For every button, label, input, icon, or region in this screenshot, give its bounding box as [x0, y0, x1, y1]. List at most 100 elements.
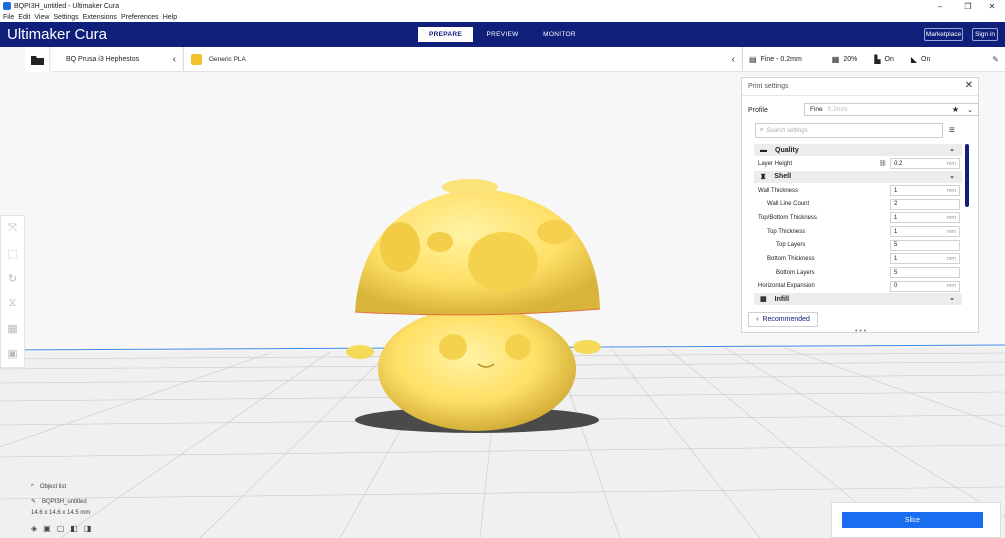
- menu-preferences[interactable]: Preferences: [121, 14, 159, 21]
- search-icon: ⌕: [760, 127, 764, 133]
- settings-search-input[interactable]: ⌕ Search settings: [755, 123, 943, 138]
- settings-scrollbar[interactable]: [965, 144, 969, 207]
- adhesion-summary: On: [921, 55, 931, 63]
- setting-input[interactable]: 0.2 mm: [890, 158, 960, 170]
- setting-row-bottom-layers: Bottom Layers 5: [754, 266, 962, 280]
- tab-monitor[interactable]: MONITOR: [532, 27, 587, 42]
- rotate-tool-icon[interactable]: ↻: [1, 266, 24, 291]
- category-label: Shell: [774, 173, 792, 181]
- menu-file[interactable]: File: [3, 14, 14, 21]
- category-shell[interactable]: ♜ Shell ⌄: [754, 170, 962, 183]
- chevron-left-icon: ‹: [731, 53, 735, 65]
- printer-name: BQ Prusa i3 Hephestos: [66, 55, 140, 63]
- setting-label: Wall Line Count: [767, 201, 810, 208]
- setting-input[interactable]: 1 mm: [890, 185, 960, 197]
- settings-list: ▬ Quality ⌄ Layer Height ⛓ 0.2 mm ♜ Shell…: [754, 144, 962, 305]
- object-dimensions: 14.6 x 14.6 x 14.5 mm: [31, 510, 91, 516]
- panel-title: Print settings: [748, 83, 789, 90]
- setting-row-layer-height: Layer Height ⛓ 0.2 mm: [754, 157, 962, 171]
- setting-label: Layer Height: [758, 160, 793, 167]
- per-model-settings-icon[interactable]: ▦: [1, 316, 24, 341]
- front-view-icon[interactable]: ▣: [43, 524, 51, 533]
- adhesion-icon: ◣: [910, 54, 918, 64]
- quality-icon: ▤: [749, 54, 757, 64]
- setting-row-top-layers: Top Layers 5: [754, 238, 962, 252]
- object-list: ^ Object list ✎ BQPI3H_untitled 14.6 x 1…: [31, 484, 91, 533]
- window-titlebar: BQPI3H_untitled - Ultimaker Cura – ❐ ✕: [0, 0, 1005, 12]
- mirror-tool-icon[interactable]: ⧖: [1, 291, 24, 316]
- right-view-icon[interactable]: ◨: [84, 524, 92, 533]
- maximize-button[interactable]: ❐: [955, 0, 981, 12]
- folder-icon: [30, 55, 44, 65]
- setting-input[interactable]: 2: [890, 198, 960, 210]
- open-file-button[interactable]: [25, 47, 50, 72]
- profile-row: Profile Fine 0.2mm ★ ⌄: [748, 103, 979, 116]
- print-setup-bar[interactable]: ▤ Fine - 0.2mm ▦ 20% ▙ On ◣ On ✎: [742, 47, 1005, 72]
- setting-row-top-bottom-thickness: Top/Bottom Thickness 1 mm: [754, 211, 962, 225]
- support-summary: On: [884, 55, 894, 63]
- app-header: Ultimaker Cura PREPARE PREVIEW MONITOR M…: [0, 22, 1005, 47]
- marketplace-button[interactable]: Marketplace: [924, 28, 963, 41]
- chevron-left-icon: ‹: [172, 53, 176, 65]
- chevron-down-icon: ⌄: [949, 172, 955, 180]
- menu-bar: File Edit View Settings Extensions Prefe…: [0, 12, 1005, 22]
- setting-input[interactable]: 1 mm: [890, 212, 960, 224]
- menu-view[interactable]: View: [34, 14, 49, 21]
- recommended-button[interactable]: ‹ Recommended: [748, 312, 818, 327]
- minimize-button[interactable]: –: [927, 0, 953, 12]
- extruder-icon: [191, 53, 202, 65]
- tab-preview[interactable]: PREVIEW: [475, 27, 530, 42]
- setting-label: Wall Thickness: [758, 187, 799, 194]
- material-selector[interactable]: Generic PLA ‹: [183, 47, 741, 72]
- slice-button[interactable]: Slice: [842, 512, 983, 528]
- close-window-button[interactable]: ✕: [979, 0, 1005, 12]
- sign-in-button[interactable]: Sign in: [972, 28, 998, 41]
- chevron-down-icon: ⌄: [967, 106, 973, 114]
- support-icon: ▙: [874, 54, 881, 64]
- top-view-icon[interactable]: ▢: [57, 524, 65, 533]
- panel-header: Print settings ✕: [742, 78, 978, 96]
- shell-category-icon: ♜: [760, 173, 767, 181]
- link-icon[interactable]: ⛓: [879, 160, 887, 167]
- category-infill[interactable]: ▦ Infill ⌄: [754, 293, 962, 305]
- object-list-toggle[interactable]: ^ Object list: [31, 484, 91, 490]
- tab-prepare[interactable]: PREPARE: [418, 27, 473, 42]
- setting-row-top-thickness: Top Thickness 1 mm: [754, 225, 962, 239]
- quality-category-icon: ▬: [760, 146, 767, 154]
- settings-menu-icon[interactable]: ≡: [949, 125, 955, 136]
- category-label: Infill: [774, 295, 790, 303]
- pencil-icon[interactable]: ✎: [31, 498, 36, 505]
- resize-handle[interactable]: • • •: [855, 328, 866, 335]
- setting-input[interactable]: 1 mm: [890, 253, 960, 265]
- setting-row-wall-line-count: Wall Line Count 2: [754, 197, 962, 211]
- menu-help[interactable]: Help: [163, 14, 177, 21]
- setting-label: Top/Bottom Thickness: [758, 214, 817, 221]
- profile-dropdown[interactable]: Fine 0.2mm ★ ⌄: [804, 103, 979, 116]
- move-tool-icon[interactable]: ⤧: [1, 216, 24, 241]
- setting-input[interactable]: 0 mm: [890, 280, 960, 292]
- star-icon[interactable]: ★: [952, 105, 959, 114]
- setting-row-wall-thickness: Wall Thickness 1 mm: [754, 184, 962, 198]
- profile-summary: Fine - 0.2mm: [760, 55, 802, 63]
- 3d-view-icon[interactable]: ◈: [31, 524, 37, 533]
- menu-edit[interactable]: Edit: [18, 14, 30, 21]
- menu-settings[interactable]: Settings: [53, 14, 78, 21]
- tool-panel: ⤧ ⬚ ↻ ⧖ ▦ ▣: [0, 215, 25, 368]
- menu-extensions[interactable]: Extensions: [83, 14, 117, 21]
- cura-app-icon: [3, 2, 11, 10]
- scale-tool-icon[interactable]: ⬚: [1, 241, 24, 266]
- window-title: BQPI3H_untitled - Ultimaker Cura: [14, 2, 120, 10]
- stage-tabs: PREPARE PREVIEW MONITOR: [418, 27, 589, 42]
- print-settings-panel: Print settings ✕ Profile Fine 0.2mm ★ ⌄ …: [741, 77, 979, 335]
- close-icon[interactable]: ✕: [965, 80, 973, 91]
- category-quality[interactable]: ▬ Quality ⌄: [754, 144, 962, 156]
- left-view-icon[interactable]: ◧: [70, 524, 78, 533]
- setting-input[interactable]: 5: [890, 267, 960, 279]
- setting-label: Bottom Layers: [776, 269, 815, 276]
- infill-category-icon: ▦: [760, 296, 767, 304]
- setting-input[interactable]: 5: [890, 239, 960, 251]
- support-blocker-icon[interactable]: ▣: [1, 341, 24, 366]
- printer-selector[interactable]: BQ Prusa i3 Hephestos ‹: [52, 47, 182, 72]
- setting-input[interactable]: 1 mm: [890, 226, 960, 238]
- profile-label: Profile: [748, 106, 768, 114]
